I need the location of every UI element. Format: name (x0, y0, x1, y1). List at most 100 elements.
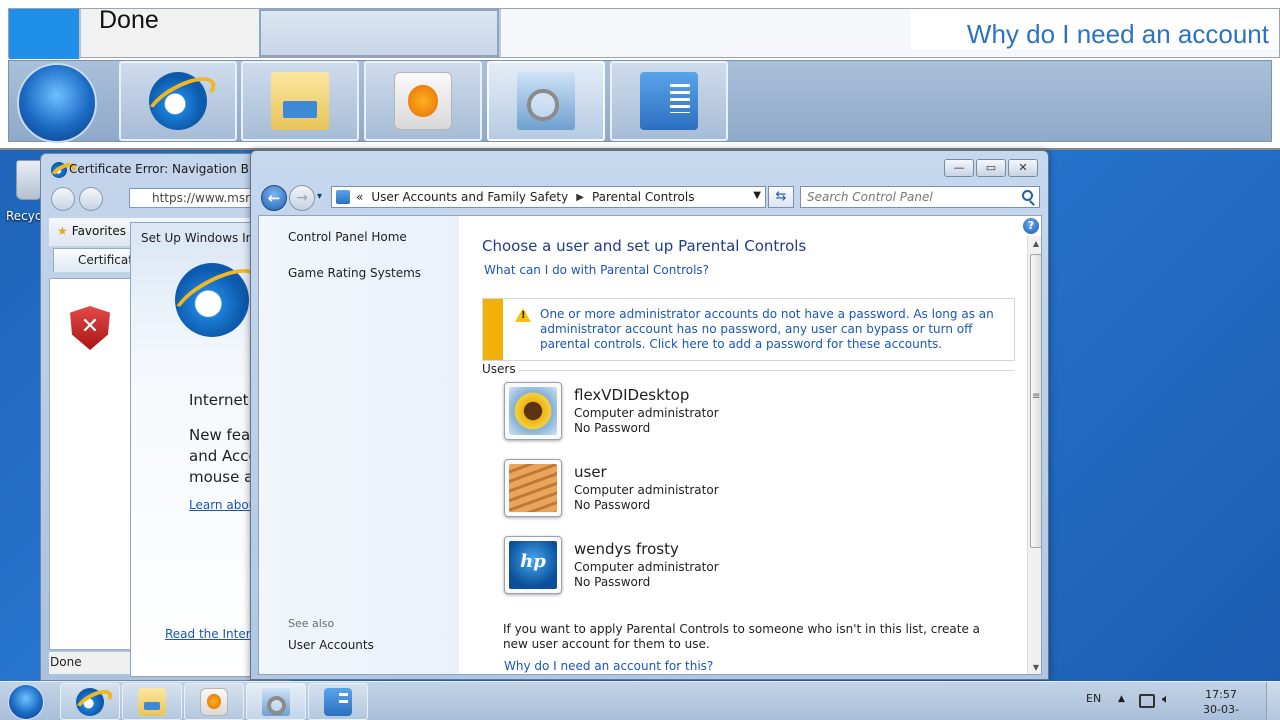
hp-avatar-icon (509, 541, 557, 589)
ie-back-button[interactable] (51, 187, 75, 211)
recycle-bin-icon[interactable] (16, 160, 42, 200)
clock-time: 17:57 (1205, 688, 1237, 701)
taskbar: EN ▲ 🔈︎ 17:57 30-03-2022 (0, 681, 1280, 720)
page-title: Choose a user and set up Parental Contro… (482, 237, 807, 255)
minimize-button[interactable]: — (944, 159, 974, 177)
parental-controls-help-link[interactable]: What can I do with Parental Controls? (484, 263, 709, 277)
breadcrumb-separator-icon[interactable]: ▶ (576, 192, 584, 203)
magnified-explorer-button (241, 61, 359, 141)
sunflower-avatar-icon (509, 387, 557, 435)
show-desktop-button[interactable] (1266, 682, 1280, 720)
refresh-button[interactable]: ⇆ (768, 186, 794, 208)
help-icon[interactable]: ? (1023, 218, 1039, 234)
favorites-label: Favorites (71, 224, 126, 238)
users-section-label: Users (482, 362, 516, 376)
magnified-media-button (364, 61, 482, 141)
magnifier-top-row: Done Why do I need an account (8, 8, 1280, 59)
close-button[interactable]: ✕ (1008, 159, 1038, 177)
breadcrumb-item-user-accounts[interactable]: User Accounts and Family Safety (371, 190, 568, 204)
search-input[interactable]: Search Control Panel (800, 186, 1040, 208)
security-shield-icon (70, 306, 110, 350)
taskbar-control-panel-button[interactable] (308, 683, 368, 720)
control-panel-window[interactable]: — ▭ ✕ ← → ▾ « User Accounts and Family S… (250, 150, 1049, 680)
scroll-thumb[interactable] (1030, 254, 1041, 548)
magnified-control-panel-button (610, 61, 728, 141)
magnifier-link-area: Why do I need an account (499, 9, 1279, 57)
magnified-start-orb (17, 63, 97, 143)
control-panel-icon (640, 72, 698, 130)
control-panel-body: Control Panel Home Game Rating Systems S… (258, 215, 1042, 675)
internet-explorer-icon (149, 72, 207, 130)
recent-pages-chevron-icon[interactable]: ▾ (317, 191, 322, 202)
why-need-account-link[interactable]: Why do I need an account for this? (504, 659, 713, 673)
language-indicator[interactable]: EN (1086, 692, 1101, 705)
setup-body: New feat and Acce mouse at (189, 425, 259, 488)
internet-explorer-logo-icon (175, 263, 249, 337)
scroll-down-icon[interactable]: ▼ (1028, 660, 1041, 674)
password-warning-box[interactable]: One or more administrator accounts do no… (482, 298, 1015, 361)
main-content-pane: Choose a user and set up Parental Contro… (459, 216, 1027, 674)
maximize-button[interactable]: ▭ (976, 159, 1006, 177)
address-dropdown-icon[interactable]: ▼ (753, 190, 761, 201)
show-hidden-icons-icon[interactable]: ▲ (1118, 694, 1125, 704)
taskbar-explorer-button[interactable] (122, 683, 182, 720)
magnified-ie-button (119, 61, 237, 141)
search-placeholder: Search Control Panel (807, 190, 933, 204)
magnifier-link-text[interactable]: Why do I need an account (967, 19, 1269, 50)
user-tile-user[interactable]: user Computer administrator No Password (504, 459, 804, 521)
magnifier-view: Done Why do I need an account (0, 0, 1280, 150)
favorites-button[interactable]: ★ Favorites (57, 224, 126, 238)
control-panel-icon (324, 687, 352, 716)
magnifier-icon (517, 72, 575, 130)
avatar[interactable] (504, 382, 562, 440)
address-bar[interactable]: « User Accounts and Family Safety ▶ Pare… (331, 186, 766, 208)
magnified-magnifier-button (487, 61, 605, 141)
user-password-status: No Password (574, 498, 651, 512)
user-accounts-link[interactable]: User Accounts (288, 638, 374, 652)
stairs-avatar-icon (509, 464, 557, 512)
taskbar-ie-button[interactable] (60, 683, 120, 720)
breadcrumb-item-parental-controls[interactable]: Parental Controls (592, 190, 695, 204)
start-button[interactable] (8, 684, 44, 720)
avatar[interactable] (504, 459, 562, 517)
taskbar-magnifier-button[interactable] (246, 683, 306, 720)
volume-icon[interactable]: 🔈︎ (1162, 692, 1170, 707)
user-tile-wendys-frosty[interactable]: wendys frosty Computer administrator No … (504, 536, 804, 598)
magnifier-status-text: Done (79, 8, 259, 57)
search-icon[interactable] (1022, 190, 1033, 201)
magnifier-blue-block (9, 9, 79, 59)
user-role: Computer administrator (574, 406, 719, 420)
folder-icon (271, 72, 329, 130)
control-panel-home-link[interactable]: Control Panel Home (288, 230, 407, 244)
user-name[interactable]: flexVDIDesktop (574, 386, 689, 404)
user-password-status: No Password (574, 421, 651, 435)
left-navigation-pane: Control Panel Home Game Rating Systems S… (259, 216, 459, 674)
forward-button[interactable]: → (289, 185, 315, 211)
scroll-up-icon[interactable]: ▲ (1028, 236, 1041, 252)
game-rating-systems-link[interactable]: Game Rating Systems (288, 266, 421, 280)
user-role: Computer administrator (574, 560, 719, 574)
star-icon: ★ (57, 224, 68, 238)
user-name[interactable]: wendys frosty (574, 540, 679, 558)
setup-ie-dialog[interactable]: Set Up Windows Inte Internet E New feat … (130, 222, 270, 677)
taskbar-media-player-button[interactable] (184, 683, 244, 720)
back-button[interactable]: ← (261, 185, 287, 211)
clock[interactable]: 17:57 30-03-2022 (1196, 687, 1246, 720)
user-tile-flexvdidesktop[interactable]: flexVDIDesktop Computer administrator No… (504, 382, 804, 444)
user-password-status: No Password (574, 575, 651, 589)
breadcrumb-overflow-icon[interactable]: « (356, 190, 363, 204)
media-player-icon (394, 72, 452, 130)
setup-dialog-title: Set Up Windows Inte (141, 231, 266, 245)
user-name[interactable]: user (574, 463, 607, 481)
internet-explorer-icon (76, 687, 104, 716)
avatar[interactable] (504, 536, 562, 594)
network-icon[interactable] (1139, 694, 1155, 708)
vertical-scrollbar[interactable]: ▲ ▼ (1027, 236, 1041, 674)
ie-forward-button[interactable] (79, 187, 103, 211)
window-controls: — ▭ ✕ (944, 159, 1038, 177)
warning-text-link[interactable]: One or more administrator accounts do no… (540, 307, 1000, 352)
ie-window-title: Certificate Error: Navigation Blocke (69, 162, 280, 176)
clock-date: 30-03-2022 (1203, 703, 1239, 720)
see-also-label: See also (288, 617, 335, 630)
setup-body-line: and Acce (189, 447, 258, 465)
